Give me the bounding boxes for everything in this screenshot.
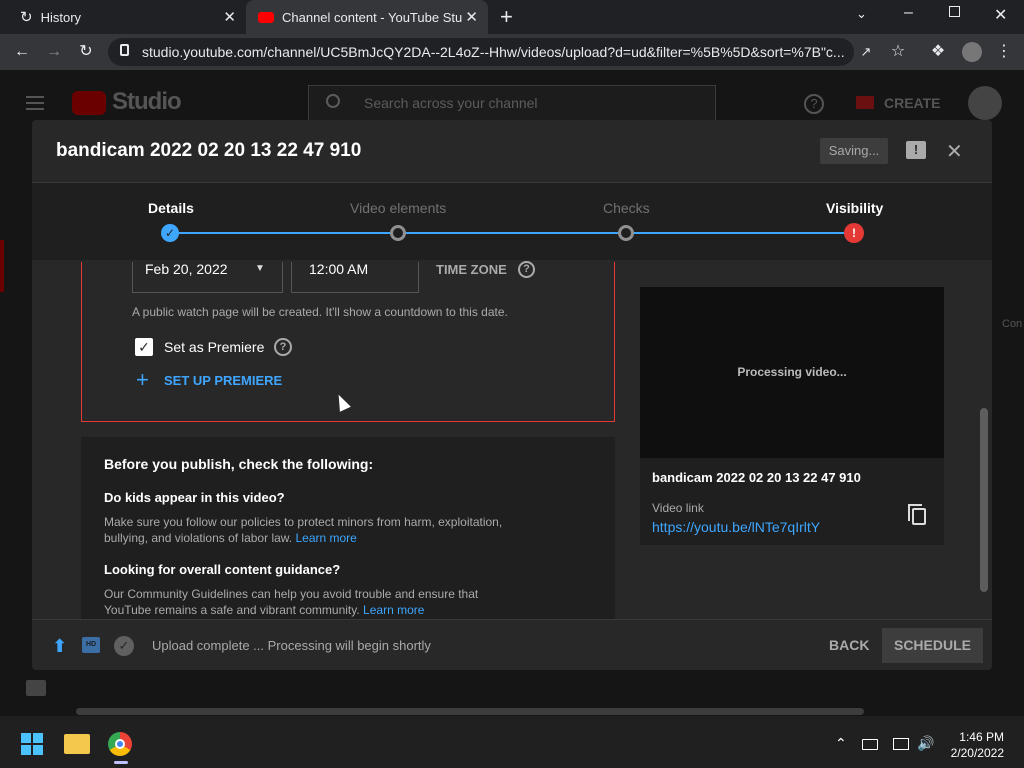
premiere-checkbox[interactable]: ✓ (135, 338, 153, 356)
checklist-a1: Make sure you follow our policies to pro… (104, 514, 534, 546)
preview-filename: bandicam 2022 02 20 13 22 47 910 (652, 470, 861, 485)
timezone-help-icon[interactable]: ? (518, 261, 535, 278)
setup-premiere-button[interactable]: SET UP PREMIERE (164, 373, 282, 388)
dialog-scrollbar[interactable] (980, 408, 988, 592)
saving-badge: Saving... (820, 138, 888, 164)
active-app-indicator (114, 761, 128, 764)
side-peek-text: Con (1002, 318, 1023, 330)
tab-search-icon[interactable]: ⌄ (856, 6, 867, 22)
page-horizontal-scrollbar[interactable] (76, 708, 864, 715)
history-icon: ↻ (20, 9, 33, 26)
tab-label: History (40, 9, 82, 25)
checklist-q1: Do kids appear in this video? (104, 490, 285, 505)
sidebar-active-indicator (0, 240, 4, 292)
tray-chevron-icon[interactable]: ⌃ (835, 735, 847, 752)
premiere-label: Set as Premiere (164, 339, 265, 355)
minimize-icon[interactable]: – (904, 4, 913, 22)
back-button[interactable]: BACK (829, 637, 869, 653)
channel-avatar[interactable] (968, 86, 1002, 120)
profile-avatar[interactable] (962, 42, 982, 62)
step-done-check-icon: ✓ (161, 224, 179, 242)
step-video-elements[interactable]: Video elements (350, 200, 446, 216)
bookmark-star-icon[interactable]: ☆ (888, 42, 908, 62)
checklist-q2: Looking for overall content guidance? (104, 562, 341, 577)
create-video-icon (856, 96, 874, 109)
address-bar[interactable]: studio.youtube.com/channel/UC5BmJcQY2DA-… (108, 38, 854, 66)
clock-time[interactable]: 1:46 PM (958, 730, 1004, 744)
close-dialog-icon[interactable]: ✕ (946, 139, 963, 164)
upload-status: Upload complete ... Processing will begi… (152, 638, 431, 653)
lock-icon (120, 44, 129, 56)
step-visibility[interactable]: Visibility (826, 200, 883, 216)
checklist-a2: Our Community Guidelines can help you av… (104, 586, 504, 618)
dropdown-arrow-icon: ▼ (255, 263, 265, 274)
search-icon (326, 94, 340, 108)
hamburger-menu-icon[interactable] (26, 96, 44, 110)
restore-icon[interactable] (949, 6, 960, 17)
learn-more-link[interactable]: Learn more (295, 531, 356, 545)
forward-arrow-icon[interactable]: → (44, 42, 64, 62)
create-button[interactable]: CREATE (884, 95, 941, 111)
share-icon[interactable]: ↗ (856, 42, 876, 62)
tab-channel-content[interactable]: Channel content - YouTube Studio ✕ (246, 0, 488, 34)
learn-more-link[interactable]: Learn more (363, 603, 424, 617)
date-dropdown[interactable]: Feb 20, 2022 ▼ (132, 262, 283, 293)
hd-icon: HD (82, 637, 100, 653)
close-window-icon[interactable]: ✕ (994, 5, 1007, 25)
close-tab-icon[interactable]: ✕ (223, 8, 236, 26)
date-value: Feb 20, 2022 (145, 261, 228, 277)
help-icon[interactable]: ? (804, 94, 824, 114)
url-text: studio.youtube.com/channel/UC5BmJcQY2DA-… (142, 44, 845, 60)
checklist-heading: Before you publish, check the following: (104, 456, 374, 472)
processing-label: Processing video... (737, 365, 847, 379)
chrome-icon[interactable] (108, 732, 132, 756)
upload-icon: ⬆ (52, 636, 68, 656)
video-link-label: Video link (652, 501, 704, 515)
youtube-logo-icon (72, 91, 106, 115)
studio-logo-text: Studio (112, 88, 182, 115)
browser-menu-icon[interactable]: ⋮ (994, 42, 1014, 62)
tab-history[interactable]: ↻ History ✕ (8, 0, 246, 34)
upload-stepper (32, 182, 992, 260)
new-tab-button[interactable]: + (500, 4, 513, 30)
plus-icon: + (136, 367, 149, 392)
dialog-title: bandicam 2022 02 20 13 22 47 910 (56, 140, 362, 161)
step-pending-dot (618, 225, 634, 241)
file-explorer-icon[interactable] (64, 734, 90, 754)
studio-search-input[interactable]: Search across your channel (308, 85, 716, 121)
time-field[interactable]: 12:00 AM (291, 262, 419, 293)
step-pending-dot (390, 225, 406, 241)
copy-icon-back (908, 504, 922, 521)
step-error-icon: ! (844, 223, 864, 243)
time-value: 12:00 AM (309, 261, 369, 277)
checks-icon: ✓ (114, 636, 134, 656)
video-link[interactable]: https://youtu.be/lNTe7qIrltY (652, 519, 820, 535)
extensions-icon[interactable]: ❖ (928, 42, 948, 62)
premiere-note: A public watch page will be created. It'… (132, 305, 508, 319)
feedback-icon[interactable] (26, 680, 46, 696)
clock-date[interactable]: 2/20/2022 (944, 746, 1004, 760)
premiere-help-icon[interactable]: ? (274, 338, 292, 356)
close-tab-icon[interactable]: ✕ (465, 8, 478, 26)
feedback-report-icon[interactable]: ! (906, 141, 926, 159)
volume-icon[interactable]: 🔊 (917, 735, 934, 752)
reload-icon[interactable]: ↻ (76, 42, 96, 62)
back-arrow-icon[interactable]: ← (12, 42, 32, 62)
step-details[interactable]: Details (148, 200, 194, 216)
timezone-button[interactable]: TIME ZONE (436, 262, 507, 277)
network-icon[interactable] (893, 738, 909, 750)
schedule-button[interactable]: SCHEDULE (882, 628, 983, 663)
step-checks[interactable]: Checks (603, 200, 650, 216)
youtube-favicon-icon (258, 11, 274, 23)
tab-label: Channel content - YouTube Studio (282, 9, 462, 25)
stepper-track (170, 232, 854, 234)
keyboard-icon[interactable] (862, 739, 878, 750)
start-icon[interactable] (21, 733, 43, 755)
